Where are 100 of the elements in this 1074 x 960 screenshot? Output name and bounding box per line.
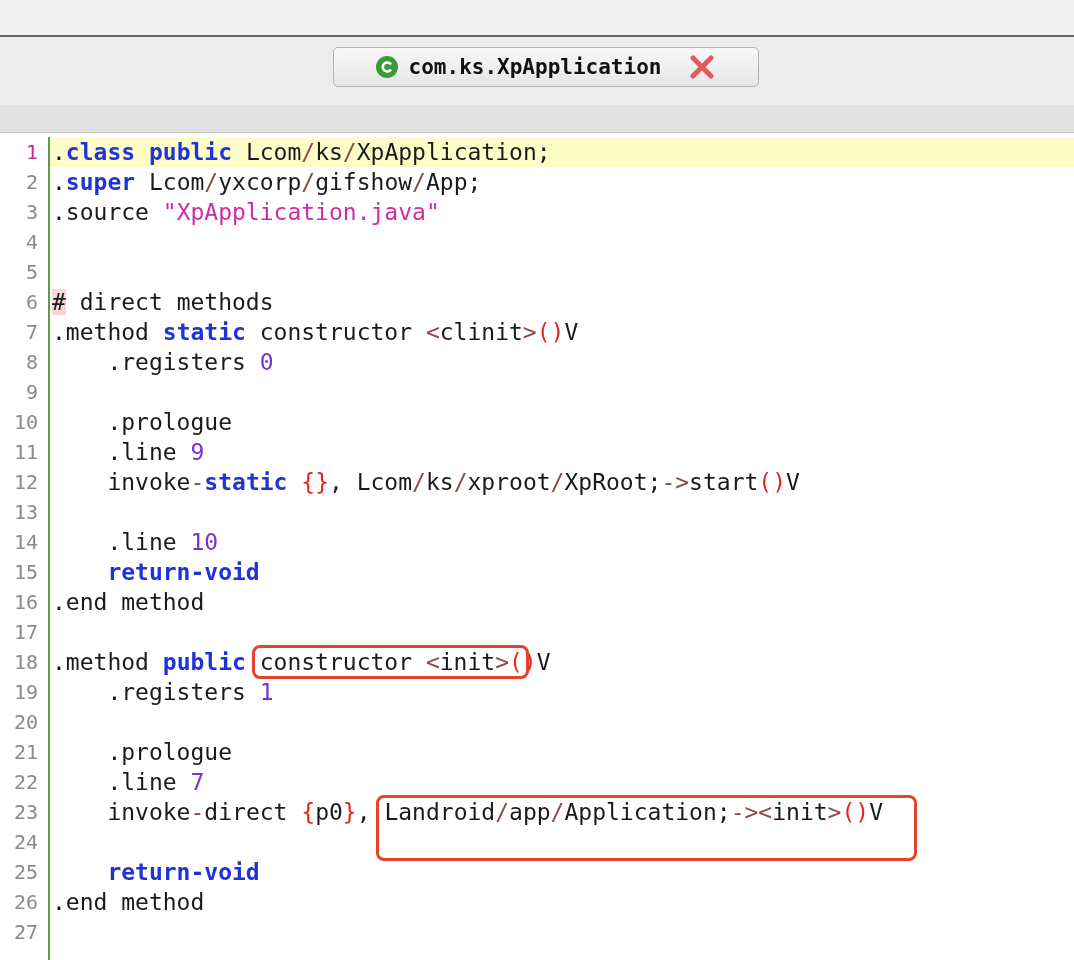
line-number: 19 [12, 679, 39, 706]
code-token: ks [315, 139, 343, 165]
line-number: 9 [24, 379, 39, 406]
line-number: 3 [24, 199, 39, 226]
circled-c-icon [374, 55, 399, 79]
code-token: / [342, 139, 357, 165]
code-token: / [301, 139, 316, 165]
line-number: 26 [12, 889, 39, 916]
code-token: return-void [106, 559, 260, 585]
line-number: 14 [12, 529, 39, 556]
code-token: .prologue [106, 739, 232, 765]
code-token: direct [204, 799, 289, 825]
code-token: .prologue [106, 409, 232, 435]
code-token: XpRoot; [564, 469, 662, 495]
code-token: super [65, 169, 136, 195]
code-token: yxcorp [218, 169, 302, 195]
code-token: .line [106, 529, 178, 555]
line-number: 16 [12, 589, 39, 616]
code-token: () [536, 319, 565, 345]
line-number: 23 [12, 799, 39, 826]
line-number: 12 [12, 469, 39, 496]
code-token: / [412, 169, 426, 195]
code-token: () [841, 799, 870, 825]
code-token: init [772, 799, 828, 825]
code-token: { [301, 799, 316, 825]
code-token: "XpApplication.java" [162, 199, 440, 225]
line-number: 11 [12, 439, 39, 466]
code-token: Lcom [244, 139, 302, 165]
code-token: 10 [190, 529, 219, 555]
code-token: .line [106, 439, 178, 465]
comment-marker: # [52, 289, 66, 315]
code-token: .end method [52, 589, 205, 615]
code-token: {} [301, 469, 329, 495]
line-number: 6 [24, 289, 39, 316]
code-token: .registers [106, 349, 247, 375]
code-token: .method [52, 649, 150, 675]
code-token: public [162, 649, 247, 675]
code-token: < [425, 319, 440, 345]
line-number: 10 [12, 409, 39, 436]
code-token: / [204, 169, 219, 195]
code-token: invoke [106, 469, 191, 495]
line-number: 18 [12, 649, 39, 676]
line-number: 5 [24, 259, 39, 286]
close-icon[interactable] [689, 55, 716, 79]
code-token: > [495, 649, 509, 675]
line-number: 8 [24, 349, 39, 376]
code-token: > [522, 319, 537, 345]
code-token: < [425, 649, 440, 675]
code-token: direct methods [78, 289, 274, 315]
code-token: App; [425, 169, 482, 195]
code-token: - [190, 469, 205, 495]
code-token: .line [106, 769, 178, 795]
line-number: 21 [12, 739, 39, 766]
code-token: .registers [106, 679, 247, 705]
code-token: public [148, 139, 233, 165]
code-token: Lcom [147, 169, 205, 195]
code-token: , Lcom [329, 469, 413, 495]
code-token: V [564, 319, 579, 345]
line-number: 17 [12, 619, 39, 646]
code-token: .method [52, 319, 150, 345]
code-token: () [758, 469, 787, 495]
code-token: .source [52, 199, 150, 225]
line-number: 2 [24, 169, 39, 196]
line-number: 27 [12, 919, 39, 946]
code-token: XpApplication; [356, 139, 551, 165]
code-token: gifshow [315, 169, 413, 195]
line-number: 24 [12, 829, 39, 856]
code-token: clinit [439, 319, 523, 345]
code-token: -> [730, 799, 759, 825]
code-token: ks [425, 469, 454, 495]
code-token: 1 [259, 679, 274, 705]
line-number: 4 [24, 229, 39, 256]
line-number: 7 [24, 319, 39, 346]
code-token: Application; [564, 799, 731, 825]
code-token: / [412, 469, 426, 495]
code-token: V [786, 469, 800, 495]
code-token: invoke [106, 799, 191, 825]
code-token: > [827, 799, 842, 825]
code-token: 9 [190, 439, 205, 465]
code-token: xproot [467, 469, 551, 495]
code-token: . [52, 139, 66, 165]
code-token: } [342, 799, 357, 825]
code-token: ( [509, 649, 523, 675]
code-token: V [869, 799, 883, 825]
code-token: 7 [190, 769, 205, 795]
code-token: . [52, 169, 66, 195]
code-token: constructor [258, 319, 414, 345]
code-token: start [689, 469, 759, 495]
code-token: .end method [52, 889, 205, 915]
code-token: / [301, 169, 316, 195]
code-token: / [550, 469, 565, 495]
code-token: return-void [106, 859, 260, 885]
editor-tab[interactable]: com.ks.XpApplication [333, 47, 759, 87]
line-number: 20 [12, 709, 39, 736]
code-token: class [65, 139, 137, 165]
code-token: init [439, 649, 496, 675]
code-token: static [162, 319, 246, 345]
code-token: - [190, 799, 205, 825]
code-token: / [453, 469, 468, 495]
line-number: 22 [12, 769, 39, 796]
